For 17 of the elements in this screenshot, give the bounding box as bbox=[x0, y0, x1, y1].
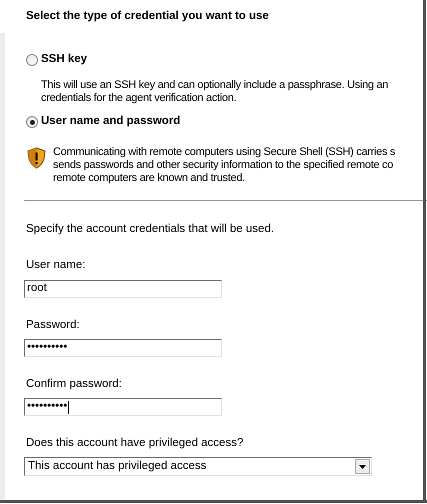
section-heading: Select the type of credential you want to use bbox=[26, 9, 270, 24]
field-label: User name: bbox=[26, 258, 86, 274]
radio-button[interactable] bbox=[26, 54, 38, 66]
input-field[interactable]: root bbox=[24, 280, 222, 298]
option-description: Communicating with remote computers using Secure Shell (SSH) carries s sends passwords and other security information to the specified remote co remote computers are known and trusted. bbox=[53, 146, 396, 185]
field-label: Confirm password: bbox=[26, 376, 123, 392]
option-description: This will use an SSH key and can optionally include a passphrase. Using an credentials for the agent verification action. bbox=[41, 79, 388, 105]
input-field[interactable]: •••••••••• bbox=[24, 338, 222, 357]
warning-shield-icon bbox=[27, 147, 46, 169]
field-label: Password: bbox=[26, 318, 81, 332]
question-label: Does this account have privileged access? bbox=[26, 436, 244, 451]
radio-label[interactable]: User name and password bbox=[41, 113, 180, 131]
radio-button[interactable] bbox=[26, 116, 38, 128]
radio-label[interactable]: SSH key bbox=[41, 51, 88, 69]
privilege-dropdown[interactable]: This account has privileged access bbox=[24, 457, 372, 476]
input-field[interactable]: •••••••••• bbox=[24, 398, 222, 416]
instruction-text: Specify the account credentials that will be used. bbox=[26, 222, 276, 237]
